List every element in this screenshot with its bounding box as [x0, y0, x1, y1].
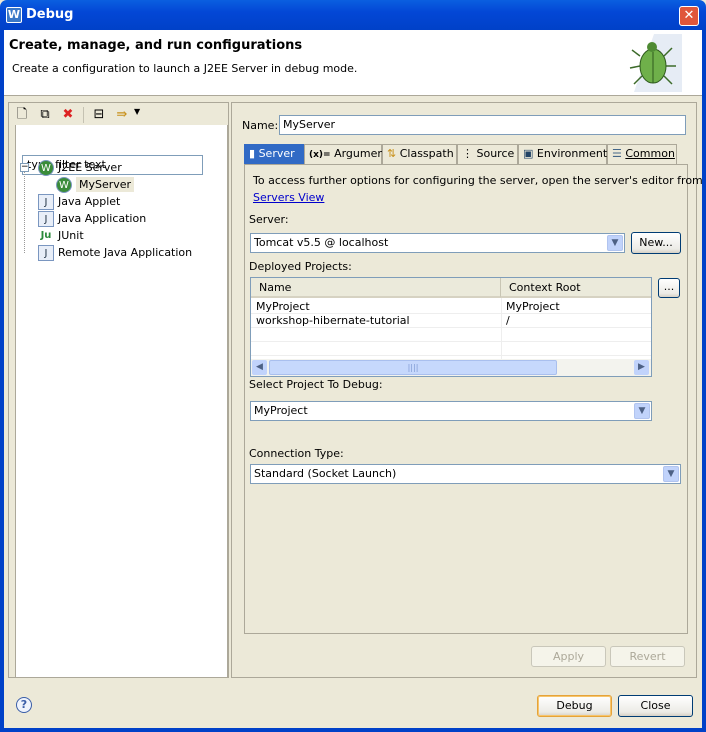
- tree-item-junit[interactable]: Ju JUnit: [38, 228, 84, 244]
- help-icon[interactable]: ?: [16, 697, 32, 713]
- scrollbar-thumb[interactable]: ||||: [269, 360, 557, 375]
- header-title: Create, manage, and run configurations: [9, 38, 303, 53]
- duplicate-icon[interactable]: ⧉: [36, 107, 54, 123]
- table-row[interactable]: workshop-hibernate-tutorial /: [251, 314, 651, 328]
- select-project-label: Select Project To Debug:: [249, 378, 383, 391]
- configuration-list-panel: 🗋 ⧉ ✖ ⊟ ⇛ ▼ type filter text − W J2EE Ser…: [8, 102, 229, 678]
- deployed-projects-table: Name Context Root MyProject MyProject wor…: [250, 277, 652, 377]
- tab-bar: ▮ Server (x)= Arguments ⇅ Classpath ⋮ So…: [244, 144, 688, 164]
- tab-environment[interactable]: ▣ Environment: [518, 144, 607, 164]
- tree-item-java-applet[interactable]: J Java Applet: [38, 194, 120, 210]
- select-project-select[interactable]: MyProject ▼: [250, 401, 652, 421]
- source-icon: ⋮: [462, 147, 473, 160]
- dialog-header: Create, manage, and run configurations C…: [4, 30, 702, 96]
- tab-source[interactable]: ⋮ Source: [457, 144, 518, 164]
- name-input[interactable]: MyServer: [279, 115, 686, 135]
- tab-classpath[interactable]: ⇅ Classpath: [382, 144, 457, 164]
- scroll-left-arrow-icon[interactable]: ◀: [252, 360, 267, 375]
- delete-icon[interactable]: ✖: [59, 107, 77, 123]
- arguments-icon: (x)=: [309, 150, 331, 160]
- window-title: Debug: [26, 7, 74, 22]
- connection-type-select[interactable]: Standard (Socket Launch) ▼: [250, 464, 681, 484]
- configuration-tree-area: type filter text − W J2EE Server W MyServe…: [15, 125, 228, 678]
- title-bar[interactable]: W Debug ✕: [0, 0, 706, 30]
- debug-button[interactable]: Debug: [537, 695, 612, 717]
- name-label: Name:: [242, 119, 279, 132]
- connection-type-label: Connection Type:: [249, 447, 344, 460]
- tab-arguments[interactable]: (x)= Arguments: [304, 144, 394, 164]
- column-header-context-root[interactable]: Context Root: [501, 278, 651, 298]
- filter-icon[interactable]: ⇛: [113, 107, 131, 123]
- horizontal-scrollbar[interactable]: ◀ |||| ▶: [251, 359, 651, 376]
- new-server-button[interactable]: New...: [631, 232, 681, 254]
- java-application-icon: J: [38, 211, 54, 227]
- table-row[interactable]: MyProject MyProject: [251, 300, 651, 314]
- environment-icon: ▣: [523, 147, 534, 160]
- tab-common[interactable]: ☰ Common: [607, 144, 677, 164]
- tree-item-j2ee-server[interactable]: W J2EE Server: [38, 160, 122, 176]
- common-icon: ☰: [612, 147, 622, 160]
- column-header-name[interactable]: Name: [251, 278, 501, 298]
- server-label: Server:: [249, 213, 289, 226]
- chevron-down-icon: ▼: [663, 466, 679, 482]
- tree-line: [24, 167, 25, 253]
- info-text: To access further options for configurin…: [253, 174, 703, 187]
- header-subtitle: Create a configuration to launch a J2EE …: [12, 62, 358, 75]
- add-project-button[interactable]: ...: [658, 278, 680, 298]
- scroll-right-arrow-icon[interactable]: ▶: [634, 360, 649, 375]
- apply-button[interactable]: Apply: [531, 646, 606, 667]
- table-row-empty: [251, 342, 651, 356]
- table-row-empty: [251, 328, 651, 342]
- close-window-button[interactable]: ✕: [679, 6, 699, 26]
- close-button[interactable]: Close: [618, 695, 693, 717]
- remote-java-application-icon: J: [38, 245, 54, 261]
- toolbar-separator: [83, 107, 84, 123]
- tree-item-myserver[interactable]: W MyServer: [56, 177, 135, 193]
- server-icon: W: [56, 177, 72, 193]
- tab-server[interactable]: ▮ Server: [244, 144, 304, 164]
- collapse-all-icon[interactable]: ⊟: [90, 107, 108, 123]
- tree-item-remote-java-application[interactable]: J Remote Java Application: [38, 245, 192, 261]
- tree-item-java-application[interactable]: J Java Application: [38, 211, 146, 227]
- junit-icon: Ju: [40, 230, 52, 241]
- column-divider: [501, 298, 502, 359]
- classpath-icon: ⇅: [387, 147, 397, 160]
- new-configuration-icon[interactable]: 🗋: [13, 107, 31, 123]
- configuration-editor-panel: Name: MyServer ▮ Server (x)= Arguments ⇅…: [231, 102, 703, 678]
- servers-view-link[interactable]: Servers View: [253, 191, 324, 204]
- eclipse-w-icon: W: [6, 7, 22, 23]
- server-tab-content: To access further options for configurin…: [244, 164, 703, 634]
- deployed-projects-label: Deployed Projects:: [249, 260, 352, 273]
- debug-bug-icon: [629, 34, 682, 92]
- server-select[interactable]: Tomcat v5.5 @ localhost ▼: [250, 233, 625, 253]
- collapse-toggle[interactable]: −: [20, 163, 29, 172]
- java-applet-icon: J: [38, 194, 54, 210]
- j2ee-server-icon: W: [38, 160, 54, 176]
- chevron-down-icon: ▼: [607, 235, 623, 251]
- chevron-down-icon: ▼: [634, 403, 650, 419]
- revert-button[interactable]: Revert: [610, 646, 685, 667]
- filter-menu-chevron-down-icon[interactable]: ▼: [134, 107, 140, 116]
